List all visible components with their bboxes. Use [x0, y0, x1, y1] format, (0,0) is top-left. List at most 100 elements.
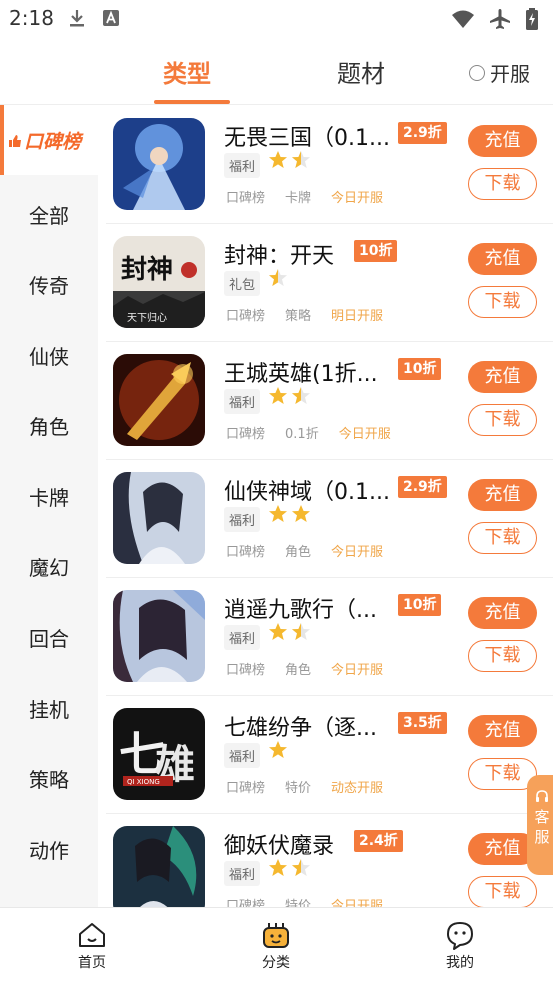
kaifu-toggle[interactable]: 开服	[469, 58, 530, 87]
game-row[interactable]: 仙侠神域（0.1... 2.9折 福利 口碑榜 角色 今日开服 充值 下载	[106, 459, 553, 578]
charge-button[interactable]: 充值	[468, 243, 537, 275]
sidebar-item-turn-based[interactable]: 回合	[0, 623, 98, 652]
sidebar-item-fantasy[interactable]: 魔幻	[0, 552, 98, 581]
sidebar-active-indicator	[0, 105, 4, 175]
meta-genre: 卡牌	[285, 191, 312, 206]
download-button[interactable]: 下载	[468, 876, 537, 907]
game-title: 仙侠神域（0.1...	[224, 480, 390, 505]
rating-stars	[268, 858, 311, 878]
download-icon	[70, 10, 84, 27]
a-square-icon	[103, 10, 119, 26]
tag-badge: 福利	[224, 625, 261, 650]
game-row[interactable]: 御妖伏魔录 2.4折 福利 口碑榜 特价 今日开服 充值 下载	[106, 813, 553, 907]
svg-text:封神: 封神	[121, 255, 173, 285]
game-meta: 口碑榜 策略 明日开服	[226, 305, 383, 324]
game-meta: 口碑榜 角色 今日开服	[226, 659, 383, 678]
sidebar-item-card[interactable]: 卡牌	[0, 482, 98, 511]
game-icon[interactable]: 封神 天下归心	[113, 236, 205, 328]
tag-badge: 礼包	[224, 271, 261, 296]
rating-stars	[268, 622, 311, 642]
nav-category[interactable]: 分类	[236, 920, 316, 972]
customer-service-button[interactable]: 客服	[527, 775, 553, 875]
half-star-icon	[292, 387, 310, 404]
rating-stars	[268, 386, 311, 406]
half-star-icon	[269, 269, 287, 286]
star-icon	[269, 505, 287, 522]
sidebar-item-idle[interactable]: 挂机	[0, 694, 98, 723]
sidebar-item-strategy[interactable]: 策略	[0, 764, 98, 793]
game-icon[interactable]	[113, 826, 205, 907]
tab-theme[interactable]: 题材	[337, 54, 385, 89]
tab-type[interactable]: 类型	[163, 54, 211, 89]
charge-button[interactable]: 充值	[468, 715, 537, 747]
battery-icon	[526, 8, 538, 30]
game-row[interactable]: 逍遥九歌行（... 10折 福利 口碑榜 角色 今日开服 充值 下载	[106, 577, 553, 696]
discount-badge: 10折	[398, 594, 442, 616]
download-button[interactable]: 下载	[468, 286, 537, 318]
game-meta: 口碑榜 特价 动态开服	[226, 777, 383, 796]
charge-button[interactable]: 充值	[468, 361, 537, 393]
meta-genre: 特价	[285, 781, 312, 796]
sidebar-item-all[interactable]: 全部	[0, 200, 98, 229]
meta-rank: 口碑榜	[226, 899, 266, 907]
discount-badge: 10折	[398, 358, 442, 380]
game-row[interactable]: 无畏三国（0.1... 2.9折 福利 口碑榜 卡牌 今日开服 充值 下载	[106, 105, 553, 224]
sidebar-item-role[interactable]: 角色	[0, 411, 98, 440]
discount-badge: 2.4折	[354, 830, 403, 852]
tab-underline	[154, 100, 230, 104]
download-button[interactable]: 下载	[468, 404, 537, 436]
game-list: 无畏三国（0.1... 2.9折 福利 口碑榜 卡牌 今日开服 充值 下载 封神…	[98, 105, 553, 907]
category-icon	[263, 923, 289, 948]
rating-stars	[268, 150, 311, 170]
game-icon[interactable]	[113, 118, 205, 210]
game-row[interactable]: 王城英雄(1折... 10折 福利 口碑榜 0.1折 今日开服 充值 下载	[106, 341, 553, 460]
game-row[interactable]: 七 雄 QI XIONG 七雄纷争（逐... 3.5折 福利 口碑榜 特价 动态…	[106, 695, 553, 814]
tag-badge: 福利	[224, 507, 261, 532]
discount-badge: 2.9折	[398, 122, 447, 144]
download-button[interactable]: 下载	[468, 522, 537, 554]
nav-mine-label: 我的	[446, 955, 474, 971]
game-row[interactable]: 封神 天下归心 封神：开天 10折 礼包 口碑榜 策略 明日开服 充值 下载	[106, 223, 553, 342]
charge-button[interactable]: 充值	[468, 597, 537, 629]
game-icon[interactable]	[113, 590, 205, 682]
wifi-icon	[452, 10, 474, 28]
thumbs-up-icon	[9, 134, 21, 147]
customer-service-label: 客服	[534, 808, 550, 846]
meta-rank: 口碑榜	[226, 191, 266, 206]
nav-mine[interactable]: 我的	[420, 920, 500, 972]
home-icon	[79, 923, 105, 947]
meta-genre: 策略	[285, 309, 312, 324]
download-button[interactable]: 下载	[468, 640, 537, 672]
radio-circle-icon[interactable]	[469, 64, 485, 81]
star-icon	[269, 623, 287, 640]
sidebar-item-legend[interactable]: 传奇	[0, 270, 98, 299]
game-icon[interactable]: 七 雄 QI XIONG	[113, 708, 205, 800]
half-star-icon	[292, 623, 310, 640]
charge-button[interactable]: 充值	[468, 125, 537, 157]
charge-button[interactable]: 充值	[468, 479, 537, 511]
headset-icon	[536, 790, 548, 802]
category-sidebar: 口碑榜 全部 传奇 仙侠 角色 卡牌 魔幻 回合 挂机 策略 动作	[0, 105, 98, 907]
meta-genre: 0.1折	[285, 427, 319, 442]
kaifu-label: 开服	[490, 62, 530, 86]
meta-genre: 角色	[285, 545, 312, 560]
star-icon	[292, 505, 310, 522]
bottom-nav: 首页 分类 我的	[0, 907, 553, 984]
status-time: 2:18	[9, 6, 54, 30]
download-button[interactable]: 下载	[468, 168, 537, 200]
game-icon[interactable]	[113, 354, 205, 446]
nav-home[interactable]: 首页	[52, 920, 132, 972]
meta-open: 今日开服	[338, 427, 391, 442]
nav-home-label: 首页	[78, 955, 106, 971]
star-icon	[269, 741, 287, 758]
status-bar: 2:18	[0, 0, 553, 38]
game-title: 逍遥九歌行（...	[224, 598, 377, 623]
game-icon[interactable]	[113, 472, 205, 564]
sidebar-item-xianxia[interactable]: 仙侠	[0, 341, 98, 370]
discount-badge: 3.5折	[398, 712, 447, 734]
rating-stars	[268, 504, 311, 524]
meta-genre: 角色	[285, 663, 312, 678]
sidebar-item-action[interactable]: 动作	[0, 835, 98, 864]
game-title: 御妖伏魔录	[224, 834, 335, 859]
sidebar-item-koubei[interactable]: 口碑榜	[0, 105, 98, 175]
